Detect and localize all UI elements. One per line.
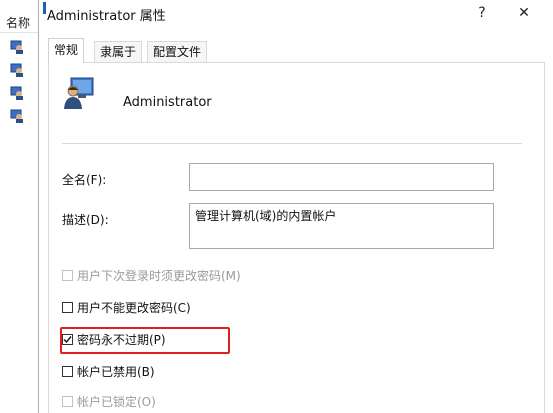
window-icon bbox=[43, 2, 46, 14]
header-separator bbox=[0, 32, 40, 33]
tab-profile[interactable]: 配置文件 bbox=[147, 41, 208, 62]
checkbox-box[interactable] bbox=[62, 396, 73, 407]
divider bbox=[62, 143, 522, 144]
user-list-icon[interactable] bbox=[10, 86, 24, 100]
description-field[interactable]: 管理计算机(域)的内置帐户 bbox=[189, 203, 494, 249]
full-name-field[interactable] bbox=[189, 163, 494, 191]
highlight-box bbox=[60, 327, 230, 354]
checkbox-label: 用户下次登录时须更改密码(M) bbox=[77, 269, 241, 283]
user-name: Administrator bbox=[123, 95, 212, 110]
screen: 名称 Administrator 属性 ? ✕ 常规 隶属于 配置文件 Admi… bbox=[0, 0, 553, 413]
description-label: 描述(D): bbox=[62, 213, 109, 227]
user-monitor-icon bbox=[64, 77, 94, 109]
close-button[interactable]: ✕ bbox=[509, 2, 539, 24]
full-name-label: 全名(F): bbox=[62, 173, 107, 187]
users-list-window: 名称 bbox=[0, 0, 41, 413]
user-list-icon[interactable] bbox=[10, 40, 24, 54]
tab-member-of[interactable]: 隶属于 bbox=[94, 41, 143, 62]
title-bar[interactable]: Administrator 属性 ? ✕ bbox=[39, 0, 553, 30]
column-header-name[interactable]: 名称 bbox=[6, 14, 34, 30]
user-list-icon[interactable] bbox=[10, 63, 24, 77]
general-tab-panel: Administrator 全名(F): 描述(D): 管理计算机(域)的内置帐… bbox=[48, 62, 545, 413]
checkbox-box[interactable] bbox=[62, 302, 73, 313]
checkbox-label: 用户不能更改密码(C) bbox=[77, 301, 191, 315]
checkbox-box[interactable] bbox=[62, 366, 73, 377]
help-button[interactable]: ? bbox=[467, 2, 497, 24]
user-list-icon[interactable] bbox=[10, 109, 24, 123]
checkbox-label: 帐户已锁定(O) bbox=[77, 395, 156, 409]
checkbox-label: 帐户已禁用(B) bbox=[77, 365, 155, 379]
checkbox-box[interactable] bbox=[62, 270, 73, 281]
tab-general[interactable]: 常规 bbox=[48, 38, 85, 63]
properties-dialog: Administrator 属性 ? ✕ 常规 隶属于 配置文件 Adminis… bbox=[38, 0, 553, 413]
dialog-title: Administrator 属性 bbox=[47, 9, 166, 24]
